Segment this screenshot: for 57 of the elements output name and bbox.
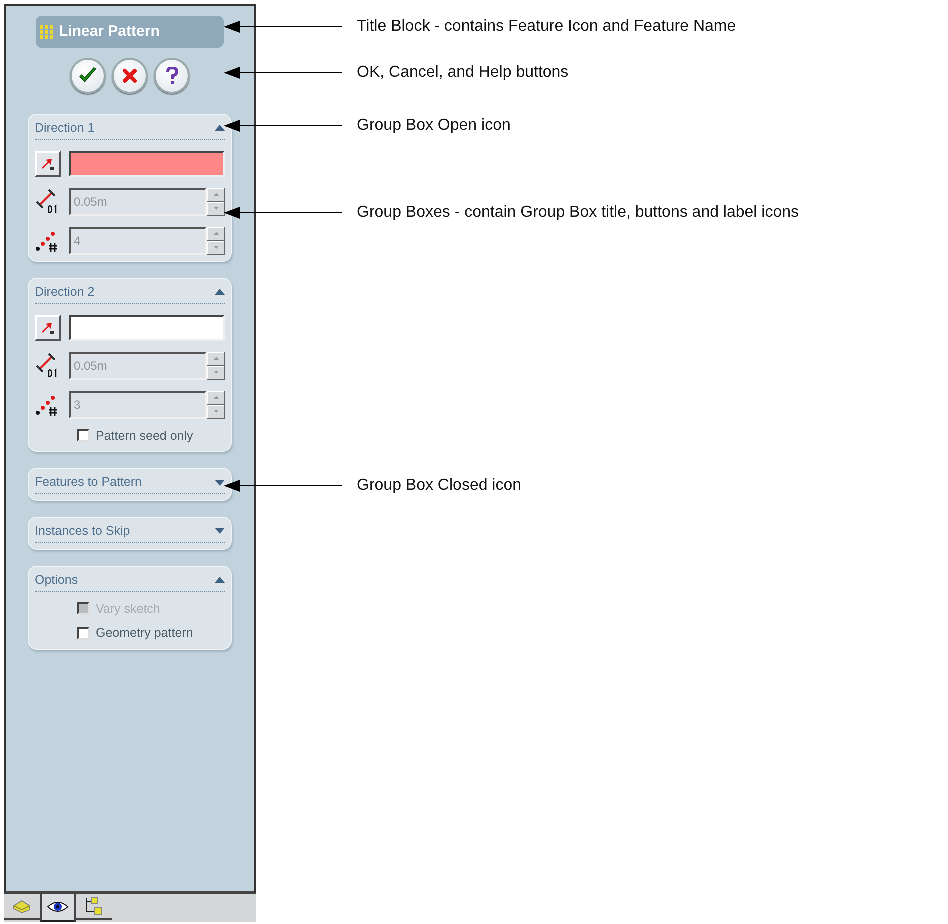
callout-text: Group Box Closed icon	[357, 478, 522, 494]
spin-down-button[interactable]	[207, 366, 225, 380]
down-arrow-icon	[214, 410, 218, 413]
spin-up-button[interactable]	[207, 188, 225, 202]
collapse-arrow-icon[interactable]	[215, 125, 225, 132]
pattern-icon	[40, 24, 56, 40]
tree-icon	[84, 896, 104, 916]
expand-arrow-icon[interactable]	[215, 528, 225, 534]
down-arrow-icon	[214, 371, 218, 374]
spin-up-button[interactable]	[207, 226, 225, 241]
checkbox[interactable]	[77, 429, 90, 442]
selection-field[interactable]	[69, 150, 225, 177]
selection-button[interactable]	[35, 150, 61, 177]
collapse-arrow-icon[interactable]	[215, 289, 225, 296]
callout-text: Group Boxes - contain Group Box title, buttons and label icons	[357, 205, 800, 221]
help-icon	[165, 67, 179, 85]
spin-up-button[interactable]	[207, 390, 225, 404]
help-button[interactable]	[154, 58, 190, 94]
collapse-arrow-icon[interactable]	[215, 577, 225, 584]
title-text: Linear Pattern	[59, 22, 160, 42]
up-arrow-icon	[214, 193, 218, 196]
group-box-header[interactable]: Direction 1	[35, 119, 225, 140]
ok-button[interactable]	[70, 58, 106, 94]
checkmark-icon	[78, 67, 98, 85]
callout-text: OK, Cancel, and Help buttons	[357, 65, 569, 81]
close-icon	[122, 68, 138, 84]
spin-down-button[interactable]	[207, 404, 225, 418]
checkbox[interactable]	[77, 627, 90, 640]
selection-field[interactable]	[69, 314, 225, 340]
group-box-header[interactable]: Direction 2	[35, 282, 225, 304]
group-title: Instances to Skip	[35, 523, 130, 540]
down-arrow-icon	[214, 207, 218, 210]
checkbox-label: Pattern seed only	[96, 428, 194, 445]
group-box-header[interactable]: Features to Pattern	[35, 473, 225, 494]
eye-icon	[47, 901, 69, 913]
up-arrow-icon	[214, 396, 218, 399]
spin-down-button[interactable]	[207, 202, 225, 216]
up-arrow-icon	[214, 357, 218, 360]
spin-up-button[interactable]	[207, 352, 225, 366]
callout-text: Title Block - contains Feature Icon and Feature Name	[357, 19, 736, 35]
panel-tab[interactable]	[40, 894, 76, 922]
group-title: Features to Pattern	[35, 474, 142, 492]
group-box-header[interactable]: Options	[35, 570, 225, 592]
callout-text: Group Box Open icon	[357, 118, 511, 134]
cancel-button[interactable]	[112, 58, 148, 94]
spin-down-button[interactable]	[207, 240, 225, 255]
group-title: Direction 2	[35, 284, 95, 301]
expand-arrow-icon[interactable]	[215, 480, 225, 486]
checkbox-label: Vary sketch	[96, 600, 160, 618]
selection-button[interactable]	[35, 314, 61, 340]
group-box-header[interactable]: Instances to Skip	[35, 522, 225, 543]
up-arrow-icon	[214, 232, 218, 236]
part-icon	[12, 898, 32, 914]
down-arrow-icon	[214, 246, 218, 250]
group-title: Direction 1	[35, 120, 95, 137]
group-title: Options	[35, 572, 78, 589]
checkbox-label: Geometry pattern	[96, 625, 194, 642]
